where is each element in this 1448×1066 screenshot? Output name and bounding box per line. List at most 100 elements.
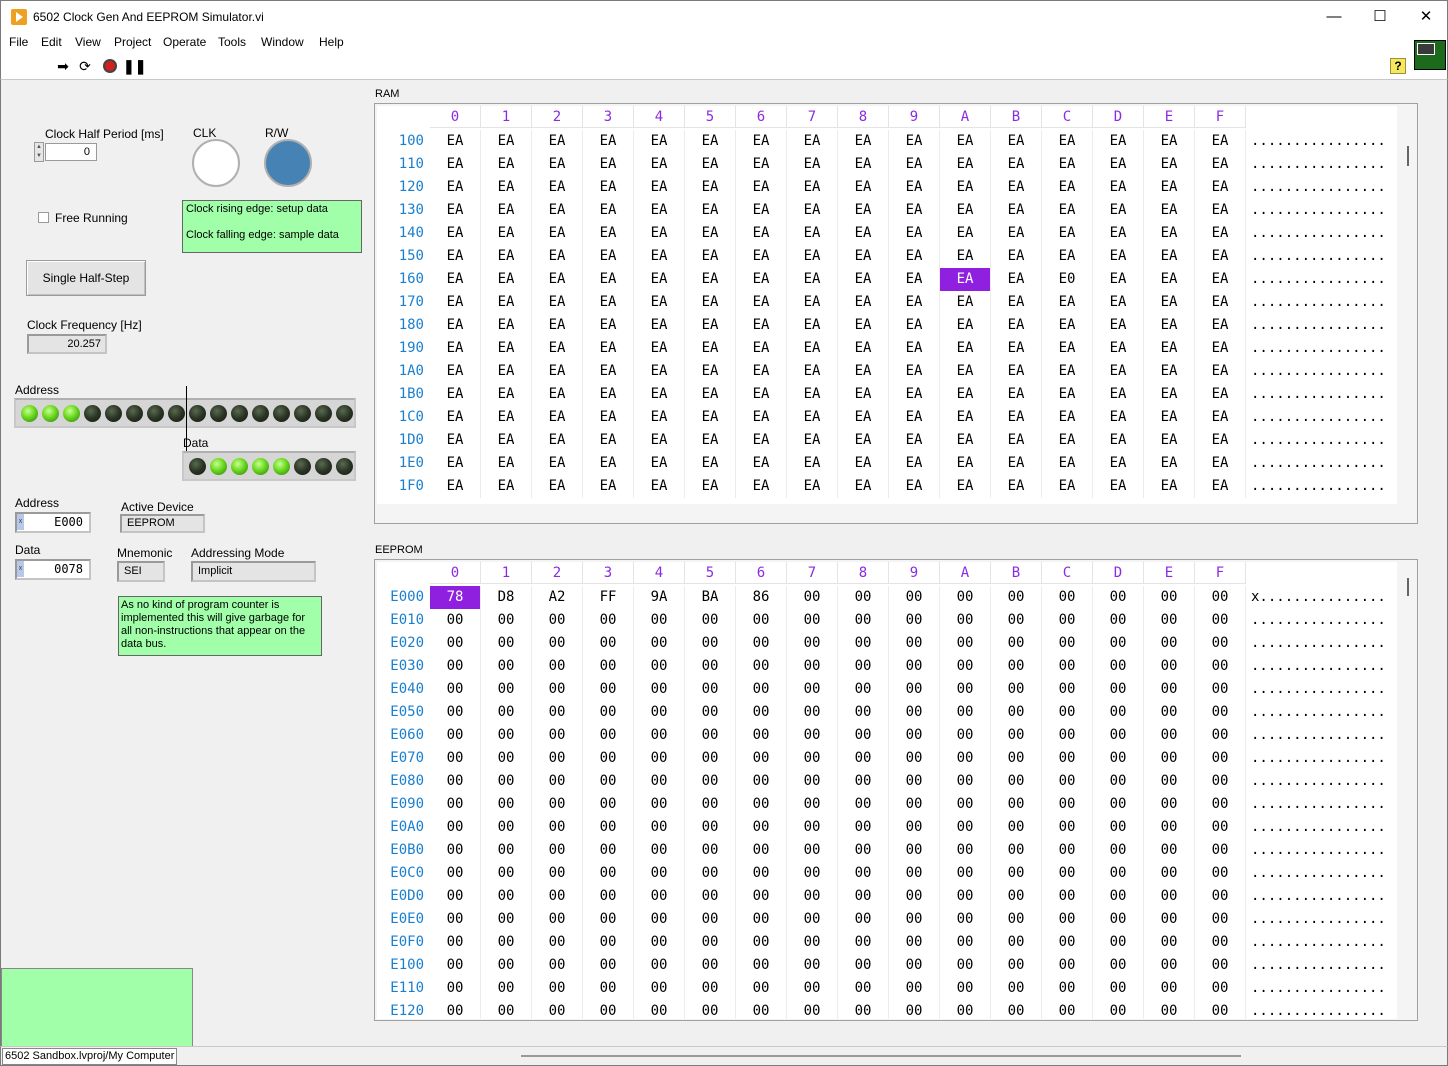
eeprom-byte-cell[interactable]: 00 <box>940 931 991 954</box>
eeprom-byte-cell[interactable]: 00 <box>430 770 481 793</box>
eeprom-byte-cell[interactable]: FF <box>583 586 634 609</box>
eeprom-byte-cell[interactable]: 00 <box>991 885 1042 908</box>
ram-byte-cell[interactable]: EA <box>685 222 736 245</box>
menu-operate[interactable]: Operate <box>163 35 206 49</box>
eeprom-byte-cell[interactable]: 00 <box>532 908 583 931</box>
eeprom-byte-cell[interactable]: 00 <box>634 701 685 724</box>
eeprom-byte-cell[interactable]: 00 <box>1042 977 1093 1000</box>
eeprom-byte-cell[interactable]: 00 <box>889 931 940 954</box>
ram-byte-cell[interactable]: EA <box>1042 176 1093 199</box>
eeprom-byte-cell[interactable]: 00 <box>1195 885 1246 908</box>
eeprom-byte-cell[interactable]: 00 <box>736 954 787 977</box>
eeprom-byte-cell[interactable]: 00 <box>481 793 532 816</box>
eeprom-byte-cell[interactable]: 00 <box>889 632 940 655</box>
eeprom-byte-cell[interactable]: BA <box>685 586 736 609</box>
eeprom-byte-cell[interactable]: 00 <box>685 954 736 977</box>
ram-byte-cell[interactable]: EA <box>430 153 481 176</box>
eeprom-byte-cell[interactable]: 00 <box>1195 770 1246 793</box>
eeprom-byte-cell[interactable]: 00 <box>838 1000 889 1019</box>
eeprom-byte-cell[interactable]: 00 <box>889 885 940 908</box>
ram-byte-cell[interactable]: EA <box>940 360 991 383</box>
ram-byte-cell[interactable]: EA <box>787 429 838 452</box>
ram-byte-cell[interactable]: EA <box>838 475 889 498</box>
ram-byte-cell[interactable]: EA <box>583 337 634 360</box>
ram-byte-cell[interactable]: EA <box>532 337 583 360</box>
eeprom-byte-cell[interactable]: 00 <box>685 678 736 701</box>
ram-byte-cell[interactable]: EA <box>430 429 481 452</box>
eeprom-byte-cell[interactable]: 00 <box>838 586 889 609</box>
ram-byte-cell[interactable]: EA <box>1144 406 1195 429</box>
eeprom-byte-cell[interactable]: 00 <box>430 839 481 862</box>
ram-byte-cell[interactable]: EA <box>1144 176 1195 199</box>
eeprom-byte-cell[interactable]: D8 <box>481 586 532 609</box>
ram-byte-cell[interactable]: EA <box>685 475 736 498</box>
eeprom-byte-cell[interactable]: 00 <box>1093 954 1144 977</box>
eeprom-byte-cell[interactable]: 00 <box>1093 839 1144 862</box>
eeprom-byte-cell[interactable]: 00 <box>991 862 1042 885</box>
ram-byte-cell[interactable]: EA <box>685 383 736 406</box>
eeprom-byte-cell[interactable]: 00 <box>991 724 1042 747</box>
ram-byte-cell[interactable]: EA <box>481 452 532 475</box>
eeprom-byte-cell[interactable]: 00 <box>634 632 685 655</box>
ram-byte-cell[interactable]: EA <box>940 222 991 245</box>
eeprom-byte-cell[interactable]: 00 <box>787 632 838 655</box>
ram-byte-cell[interactable]: EA <box>1093 475 1144 498</box>
ram-byte-cell[interactable]: EA <box>940 130 991 153</box>
eeprom-byte-cell[interactable]: 00 <box>481 609 532 632</box>
ram-byte-cell[interactable]: EA <box>1093 268 1144 291</box>
ram-byte-cell[interactable]: EA <box>685 429 736 452</box>
eeprom-byte-cell[interactable]: 00 <box>787 816 838 839</box>
eeprom-byte-cell[interactable]: 00 <box>430 609 481 632</box>
eeprom-byte-cell[interactable]: 00 <box>991 839 1042 862</box>
eeprom-byte-cell[interactable]: 00 <box>1144 678 1195 701</box>
eeprom-byte-cell[interactable]: 00 <box>532 747 583 770</box>
eeprom-byte-cell[interactable]: 00 <box>736 977 787 1000</box>
ram-byte-cell[interactable]: EA <box>1144 245 1195 268</box>
eeprom-byte-cell[interactable]: 78 <box>430 586 481 609</box>
ram-byte-cell[interactable]: EA <box>532 130 583 153</box>
eeprom-byte-cell[interactable]: 00 <box>634 931 685 954</box>
eeprom-byte-cell[interactable]: 00 <box>430 747 481 770</box>
ram-byte-cell[interactable]: EA <box>736 222 787 245</box>
eeprom-byte-cell[interactable]: 00 <box>1195 908 1246 931</box>
ram-byte-cell[interactable]: EA <box>940 199 991 222</box>
eeprom-byte-cell[interactable]: 00 <box>940 954 991 977</box>
ram-byte-cell[interactable]: EA <box>838 360 889 383</box>
eeprom-byte-cell[interactable]: 00 <box>430 977 481 1000</box>
ram-byte-cell[interactable]: EA <box>736 360 787 383</box>
ram-byte-cell[interactable]: EA <box>991 360 1042 383</box>
ram-byte-cell[interactable]: EA <box>1042 222 1093 245</box>
eeprom-byte-cell[interactable]: 00 <box>991 747 1042 770</box>
ram-byte-cell[interactable]: EA <box>940 268 991 291</box>
ram-byte-cell[interactable]: EA <box>736 383 787 406</box>
eeprom-byte-cell[interactable]: 00 <box>1144 885 1195 908</box>
clock-half-period-spinner[interactable]: ▲ ▼ <box>34 142 44 162</box>
eeprom-byte-cell[interactable]: 00 <box>787 885 838 908</box>
eeprom-byte-cell[interactable]: 00 <box>634 862 685 885</box>
ram-byte-cell[interactable]: EA <box>889 130 940 153</box>
eeprom-byte-cell[interactable]: 00 <box>583 747 634 770</box>
eeprom-byte-cell[interactable]: 00 <box>1195 931 1246 954</box>
minimize-button[interactable]: — <box>1311 1 1357 33</box>
ram-byte-cell[interactable]: EA <box>940 429 991 452</box>
eeprom-byte-cell[interactable]: 00 <box>736 908 787 931</box>
eeprom-byte-cell[interactable]: 00 <box>1144 1000 1195 1019</box>
ram-byte-cell[interactable]: EA <box>736 245 787 268</box>
eeprom-byte-cell[interactable]: 00 <box>685 632 736 655</box>
ram-byte-cell[interactable]: EA <box>583 429 634 452</box>
ram-byte-cell[interactable]: EA <box>583 199 634 222</box>
eeprom-byte-cell[interactable]: 00 <box>481 954 532 977</box>
ram-byte-cell[interactable]: EA <box>1144 475 1195 498</box>
ram-byte-cell[interactable]: EA <box>481 360 532 383</box>
eeprom-byte-cell[interactable]: 00 <box>532 793 583 816</box>
eeprom-byte-cell[interactable]: 00 <box>1195 793 1246 816</box>
ram-byte-cell[interactable]: EA <box>430 452 481 475</box>
eeprom-byte-cell[interactable]: 00 <box>685 885 736 908</box>
eeprom-byte-cell[interactable]: 00 <box>532 655 583 678</box>
eeprom-byte-cell[interactable]: 00 <box>991 908 1042 931</box>
eeprom-byte-cell[interactable]: 00 <box>481 747 532 770</box>
eeprom-byte-cell[interactable]: 00 <box>838 770 889 793</box>
ram-byte-cell[interactable]: EA <box>430 245 481 268</box>
eeprom-byte-cell[interactable]: 00 <box>991 678 1042 701</box>
eeprom-byte-cell[interactable]: 00 <box>532 977 583 1000</box>
